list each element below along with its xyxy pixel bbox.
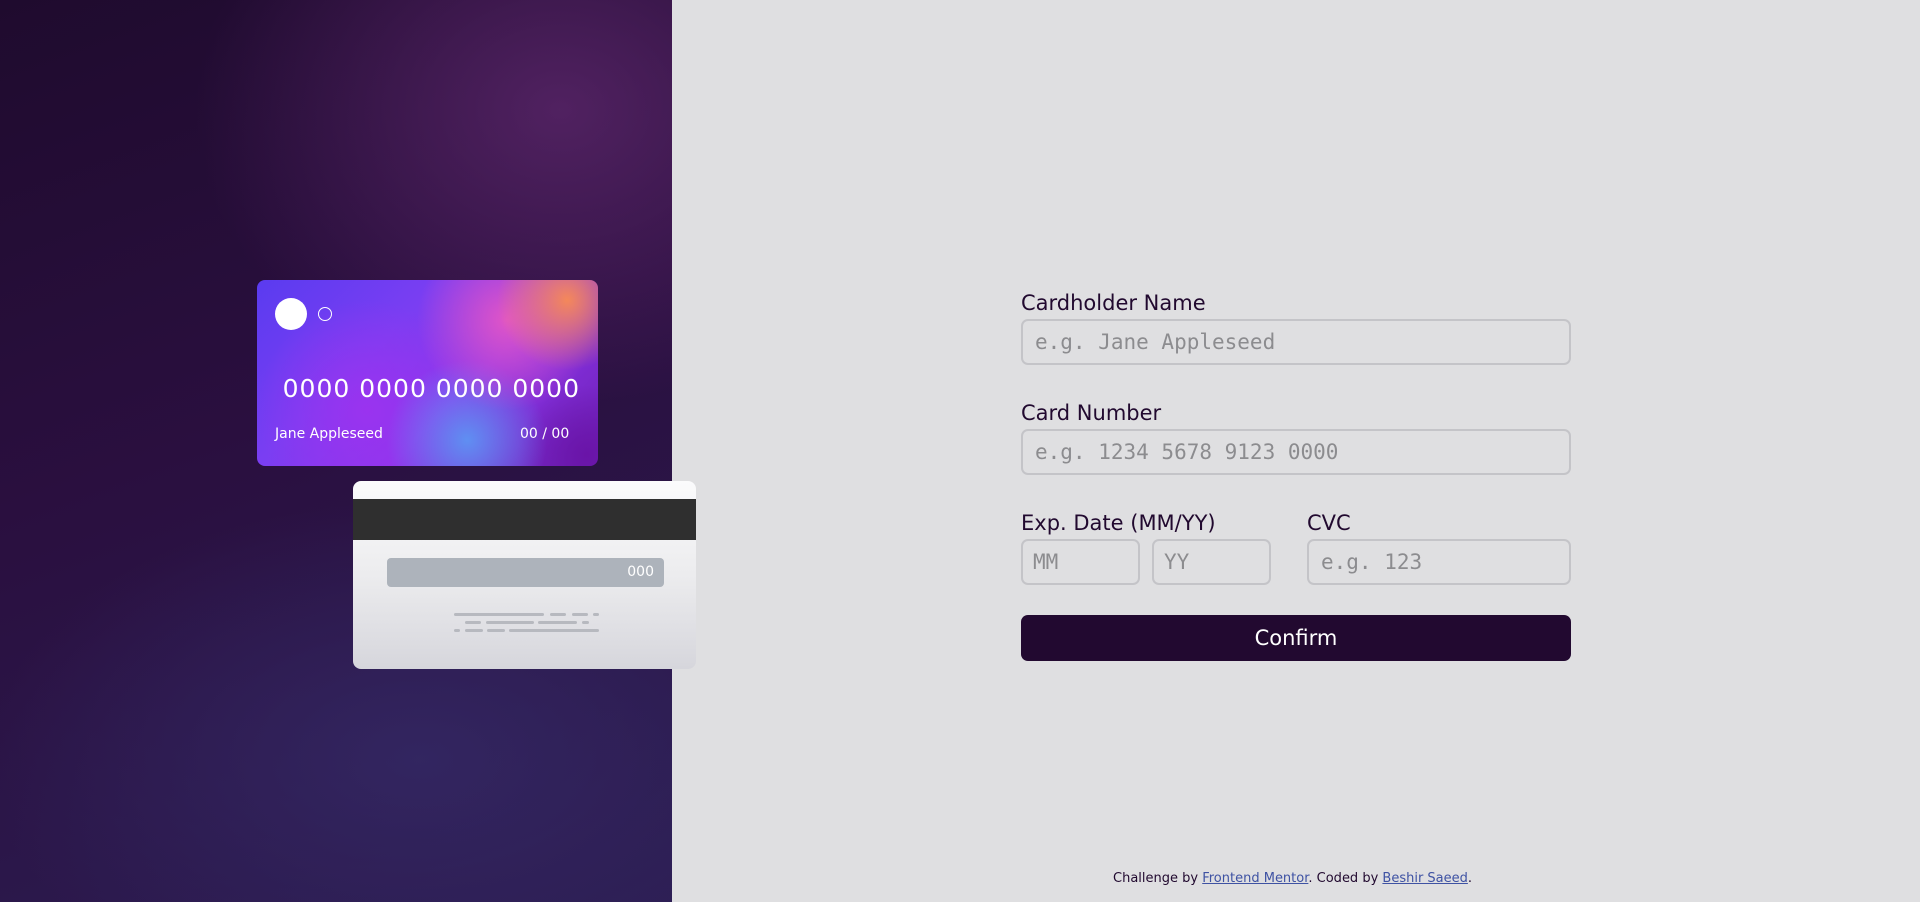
card-cvc-display: 000: [627, 564, 654, 580]
expiry-cvc-row: Exp. Date (MM/YY) CVC: [1021, 510, 1571, 585]
card-logo-filled-circle-icon: [275, 298, 307, 330]
expiry-year-input[interactable]: [1152, 539, 1271, 585]
confirm-button[interactable]: Confirm: [1021, 615, 1571, 661]
expiry-date-label: Exp. Date (MM/YY): [1021, 511, 1216, 535]
attribution-middle: . Coded by: [1308, 871, 1383, 886]
magnetic-stripe: [353, 499, 696, 540]
attribution-suffix: .: [1467, 871, 1473, 886]
expiry-date-group: Exp. Date (MM/YY): [1021, 510, 1272, 585]
cardholder-name-group: Cardholder Name: [1021, 290, 1571, 365]
frontend-mentor-link[interactable]: Frontend Mentor: [1202, 871, 1308, 886]
card-front: 0000 0000 0000 0000 Jane Appleseed 00 / …: [257, 280, 598, 466]
card-number-display: 0000 0000 0000 0000: [282, 374, 580, 403]
form-panel: Cardholder Name Card Number Exp. Date (M…: [672, 0, 1920, 902]
card-back-decorative-lines: [454, 613, 599, 637]
card-expiry-display: 00 / 00: [520, 426, 570, 442]
card-number-label: Card Number: [1021, 401, 1162, 425]
card-logo-outline-circle-icon: [318, 307, 332, 321]
cardholder-name-label: Cardholder Name: [1021, 291, 1206, 315]
card-number-group: Card Number: [1021, 400, 1571, 475]
cvc-input[interactable]: [1307, 539, 1571, 585]
card-holder-display: Jane Appleseed: [275, 426, 383, 442]
card-details-form: Cardholder Name Card Number Exp. Date (M…: [1021, 290, 1571, 661]
card-showcase-panel: 0000 0000 0000 0000 Jane Appleseed 00 / …: [0, 0, 696, 902]
card-number-input[interactable]: [1021, 429, 1571, 475]
author-link[interactable]: Beshir Saeed: [1382, 871, 1467, 886]
cardholder-name-input[interactable]: [1021, 319, 1571, 365]
expiry-inputs: [1021, 539, 1272, 585]
cvc-label: CVC: [1307, 511, 1351, 535]
attribution-prefix: Challenge by: [1113, 871, 1203, 886]
signature-strip: 000: [387, 558, 664, 587]
attribution-footer: Challenge by Frontend Mentor. Coded by B…: [1113, 871, 1472, 886]
card-back: 000: [353, 481, 696, 669]
cvc-group: CVC: [1307, 510, 1571, 585]
expiry-month-input[interactable]: [1021, 539, 1140, 585]
